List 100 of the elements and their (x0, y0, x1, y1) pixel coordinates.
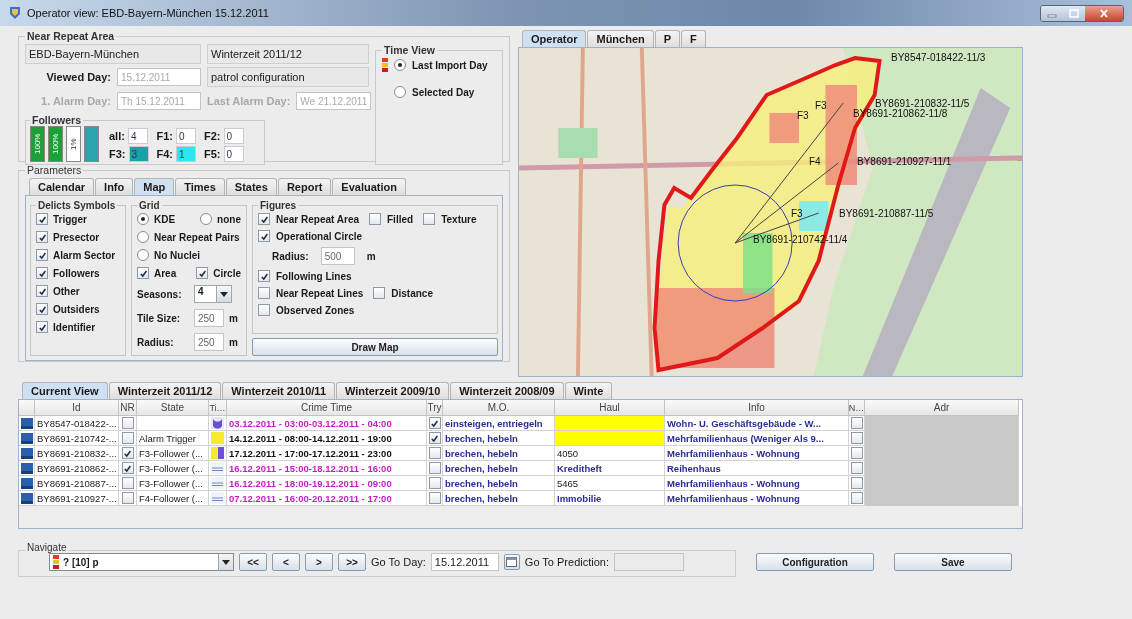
row-marker-icon[interactable] (20, 447, 33, 459)
column-header[interactable]: Adr (865, 400, 1019, 416)
radio-button[interactable] (137, 231, 149, 243)
tab[interactable]: States (225, 178, 277, 195)
checkbox[interactable] (369, 213, 381, 225)
tab[interactable]: Report (277, 178, 332, 195)
checkbox[interactable] (36, 231, 48, 243)
checkbox[interactable] (36, 213, 48, 225)
navigation-button[interactable]: << (239, 553, 267, 571)
radio-button[interactable] (200, 213, 213, 225)
seasons-dropdown[interactable]: 4 (194, 285, 232, 303)
column-header[interactable]: Try (427, 400, 443, 416)
minimize-button[interactable] (1041, 5, 1063, 21)
time-slot-icon (211, 477, 224, 489)
radio-button[interactable] (394, 86, 406, 98)
checkbox[interactable] (36, 321, 48, 333)
checkbox[interactable] (258, 304, 270, 316)
radio-button[interactable] (394, 59, 406, 71)
checkbox[interactable] (36, 267, 48, 279)
tab[interactable]: Winterzeit 2009/10 (336, 382, 450, 399)
tab[interactable]: Winterzeit 2011/12 (108, 382, 222, 399)
column-header[interactable]: Info (665, 400, 849, 416)
checkbox[interactable] (428, 417, 441, 429)
action-button[interactable]: Save (894, 553, 1012, 571)
close-button[interactable] (1085, 5, 1123, 21)
table-cell: 5465 (555, 476, 665, 491)
checkbox[interactable] (428, 462, 441, 474)
checkbox[interactable] (850, 417, 863, 429)
column-header[interactable]: State (137, 400, 209, 416)
checkbox[interactable] (121, 492, 134, 504)
checkbox[interactable] (428, 477, 441, 489)
table-cell: Mehrfamilienhaus - Wohnung (665, 491, 849, 506)
checkbox[interactable] (121, 417, 134, 429)
checkbox[interactable] (428, 432, 441, 444)
checkbox[interactable] (36, 249, 48, 261)
draw-map-button[interactable]: Draw Map (252, 338, 498, 356)
tab[interactable]: Winterzeit 2010/11 (222, 382, 335, 399)
row-marker-icon[interactable] (20, 417, 33, 429)
checkbox[interactable] (850, 432, 863, 444)
column-header[interactable]: NR (119, 400, 137, 416)
checkbox[interactable] (258, 287, 270, 299)
checkbox[interactable] (36, 285, 48, 297)
tab[interactable]: Winte (564, 382, 613, 399)
checkbox[interactable] (428, 447, 441, 459)
row-marker-icon[interactable] (20, 492, 33, 504)
column-header[interactable]: Id (35, 400, 119, 416)
table-cell: 16.12.2011 - 15:00-18.12.2011 - 16:00 (227, 461, 427, 476)
tab[interactable]: Calendar (29, 178, 95, 195)
prediction-dropdown[interactable]: ? [10] p (49, 553, 234, 571)
prediction-field[interactable] (614, 553, 684, 571)
tab[interactable]: Winterzeit 2008/09 (450, 382, 564, 399)
table-cell: BY8691-210742-... (35, 431, 119, 446)
column-header[interactable]: M.O. (443, 400, 555, 416)
tab[interactable]: Info (95, 178, 134, 195)
maximize-button[interactable] (1063, 5, 1085, 21)
checkbox[interactable] (121, 477, 134, 489)
checkbox[interactable] (423, 213, 436, 225)
column-header[interactable]: Crime Time (227, 400, 427, 416)
unit-label: m (366, 250, 376, 262)
navigation-button[interactable]: < (272, 553, 300, 571)
radio-button[interactable] (137, 213, 149, 225)
checkbox[interactable] (121, 447, 134, 459)
tab[interactable]: Map (134, 178, 175, 195)
radio-button[interactable] (137, 249, 149, 261)
checkbox[interactable] (258, 213, 270, 225)
tab[interactable]: München (587, 30, 654, 47)
checkbox[interactable] (258, 270, 270, 282)
tab[interactable]: Times (175, 178, 225, 195)
checkbox[interactable] (850, 492, 863, 504)
tab[interactable]: F (681, 30, 706, 47)
navigation-button[interactable]: > (305, 553, 333, 571)
checkbox[interactable] (121, 432, 134, 444)
radio-label: none (217, 213, 241, 225)
input-field[interactable]: 250 (194, 309, 224, 327)
tab[interactable]: P (654, 30, 681, 47)
row-marker-icon[interactable] (20, 432, 33, 444)
checkbox[interactable] (36, 303, 48, 315)
row-marker-icon[interactable] (20, 462, 33, 474)
checkbox[interactable] (196, 267, 209, 279)
action-button[interactable]: Configuration (756, 553, 874, 571)
column-header[interactable]: Ti… (209, 400, 227, 416)
date-field[interactable]: 15.12.2011 (430, 553, 499, 571)
checkbox[interactable] (850, 447, 863, 459)
row-marker-icon[interactable] (20, 477, 33, 489)
checkbox[interactable] (428, 492, 441, 504)
checkbox[interactable] (258, 230, 270, 242)
input-field[interactable]: 500 (320, 247, 355, 265)
column-header[interactable]: Haul (555, 400, 665, 416)
checkbox[interactable] (121, 462, 134, 474)
checkbox[interactable] (373, 287, 386, 299)
checkbox[interactable] (137, 267, 149, 279)
checkbox[interactable] (850, 477, 863, 489)
calendar-button[interactable] (503, 554, 520, 570)
tab[interactable]: Evaluation (332, 178, 406, 195)
tab[interactable]: Current View (22, 382, 108, 399)
navigation-button[interactable]: >> (338, 553, 366, 571)
checkbox[interactable] (850, 462, 863, 474)
column-header[interactable]: N… (849, 400, 865, 416)
input-field[interactable]: 250 (194, 333, 224, 351)
tab[interactable]: Operator (522, 30, 587, 47)
